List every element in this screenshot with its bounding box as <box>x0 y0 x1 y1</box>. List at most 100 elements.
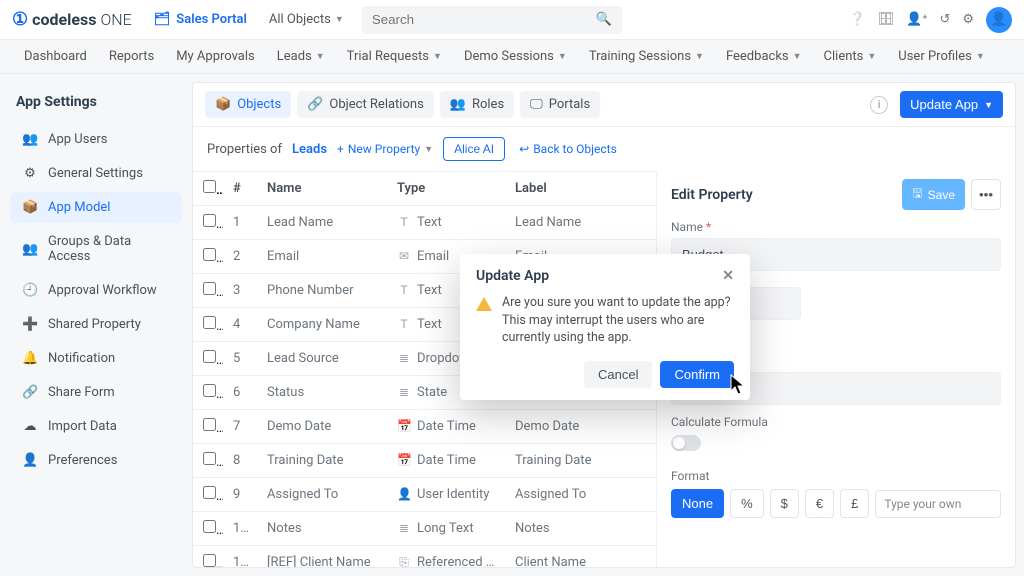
tab-object-relations[interactable]: 🔗Object Relations <box>297 91 434 118</box>
chevron-down-icon: ▼ <box>335 14 344 25</box>
nav-training-sessions[interactable]: Training Sessions▼ <box>589 49 704 64</box>
table-row[interactable]: 9Assigned To👤User IdentityAssigned To <box>193 478 656 512</box>
sidebar-icon: 📦 <box>22 200 38 215</box>
info-icon[interactable]: i <box>870 96 888 114</box>
save-button[interactable]: 🖫 Save <box>902 179 965 210</box>
nav-demo-sessions[interactable]: Demo Sessions▼ <box>464 49 567 64</box>
sidebar-item-general-settings[interactable]: ⚙General Settings <box>10 158 182 189</box>
new-property-button[interactable]: + New Property ▼ <box>337 142 433 156</box>
row-checkbox[interactable] <box>203 350 216 363</box>
tab-portals[interactable]: 🖵Portals <box>520 91 600 118</box>
users-icon[interactable]: 👤⁺ <box>906 12 927 27</box>
object-selector[interactable]: All Objects ▼ <box>269 12 344 27</box>
formula-toggle[interactable] <box>671 435 701 451</box>
tab-objects[interactable]: 📦Objects <box>205 91 291 118</box>
nav-trial-requests[interactable]: Trial Requests▼ <box>347 49 442 64</box>
format-option[interactable]: None <box>671 489 724 518</box>
chevron-down-icon: ▼ <box>424 144 433 155</box>
back-to-objects[interactable]: ↩ Back to Objects <box>519 142 617 156</box>
alice-ai-button[interactable]: Alice AI <box>443 137 505 161</box>
name-label: Name <box>671 220 1001 234</box>
sidebar-label: App Users <box>48 132 107 147</box>
sidebar-item-share-form[interactable]: 🔗Share Form <box>10 377 182 408</box>
chevron-down-icon: ▼ <box>433 51 442 62</box>
avatar[interactable]: 👤 <box>986 7 1012 33</box>
row-checkbox[interactable] <box>203 384 216 397</box>
plus-icon: + <box>337 142 344 156</box>
row-checkbox[interactable] <box>203 452 216 465</box>
nav-dashboard[interactable]: Dashboard <box>24 49 87 64</box>
data-icon[interactable]: 🗄 <box>878 12 895 27</box>
select-all-checkbox[interactable] <box>203 180 216 193</box>
nav-my-approvals[interactable]: My Approvals <box>176 49 255 64</box>
table-row[interactable]: 8Training Date📅Date TimeTraining Date <box>193 444 656 478</box>
chevron-down-icon: ▼ <box>976 51 985 62</box>
help-icon[interactable]: ❔ <box>849 12 865 27</box>
properties-toolbar: Properties of Leads + New Property ▼ Ali… <box>193 127 1015 171</box>
table-row[interactable]: 11[REF] Client Name⎘Referenced P..Client… <box>193 546 656 568</box>
update-app-button[interactable]: Update App ▼ <box>900 91 1003 118</box>
sidebar-item-import-data[interactable]: ☁Import Data <box>10 411 182 442</box>
row-checkbox[interactable] <box>203 248 216 261</box>
confirm-button[interactable]: Confirm <box>660 361 734 388</box>
update-app-label: Update App <box>910 97 978 112</box>
row-checkbox[interactable] <box>203 486 216 499</box>
update-app-modal: Update App ✕ Are you sure you want to up… <box>460 254 750 400</box>
sidebar-item-notification[interactable]: 🔔Notification <box>10 343 182 374</box>
close-icon[interactable]: ✕ <box>722 268 734 284</box>
history-icon[interactable]: ↺ <box>939 12 950 27</box>
table-row[interactable]: 1Lead NameTTextLead Name <box>193 206 656 240</box>
sidebar-item-app-model[interactable]: 📦App Model <box>10 192 182 223</box>
table-row[interactable]: 7Demo Date📅Date TimeDemo Date <box>193 410 656 444</box>
nav-feedbacks[interactable]: Feedbacks▼ <box>726 49 802 64</box>
new-property-label: New Property <box>348 142 420 156</box>
sidebar: App Settings 👥App Users⚙General Settings… <box>0 74 192 576</box>
tab-roles[interactable]: 👥 Roles <box>440 91 514 118</box>
sidebar-item-preferences[interactable]: 👤Preferences <box>10 445 182 476</box>
format-option[interactable]: € <box>805 489 834 518</box>
format-option[interactable]: $ <box>770 489 799 518</box>
row-num: 9 <box>223 478 257 512</box>
nav-leads[interactable]: Leads▼ <box>277 49 325 64</box>
nav-user-profiles[interactable]: User Profiles▼ <box>898 49 984 64</box>
brand-logo-icon: ① <box>12 9 28 30</box>
tab-icon: 👥 <box>450 97 466 112</box>
nav-clients[interactable]: Clients▼ <box>824 49 877 64</box>
properties-object[interactable]: Leads <box>292 142 327 157</box>
row-checkbox[interactable] <box>203 282 216 295</box>
gear-icon[interactable]: ⚙ <box>962 12 974 27</box>
format-option[interactable]: £ <box>840 489 869 518</box>
cancel-button[interactable]: Cancel <box>584 361 652 388</box>
row-checkbox[interactable] <box>203 520 216 533</box>
search-input[interactable] <box>372 12 572 27</box>
col-name: Name <box>257 172 387 206</box>
row-checkbox[interactable] <box>203 554 216 567</box>
modal-title: Update App <box>476 268 549 284</box>
table-row[interactable]: 10Notes≣Long TextNotes <box>193 512 656 546</box>
format-custom-input[interactable]: Type your own <box>875 490 1001 518</box>
row-label: Training Date <box>505 444 656 478</box>
sidebar-label: Approval Workflow <box>48 283 157 298</box>
type-icon: 📅 <box>397 453 411 467</box>
sidebar-item-groups-data-access[interactable]: 👥Groups & Data Access <box>10 226 182 272</box>
row-type: 📅Date Time <box>387 410 505 444</box>
sidebar-item-approval-workflow[interactable]: 🕘Approval Workflow <box>10 275 182 306</box>
row-label: Assigned To <box>505 478 656 512</box>
format-option[interactable]: % <box>730 489 764 518</box>
content-tabs: 📦Objects🔗Object Relations👥Roles🖵Portals … <box>193 83 1015 127</box>
sidebar-icon: 🔗 <box>22 385 38 400</box>
row-checkbox[interactable] <box>203 418 216 431</box>
row-name: Company Name <box>257 308 387 342</box>
nav-reports[interactable]: Reports <box>109 49 154 64</box>
row-num: 11 <box>223 546 257 568</box>
more-actions-button[interactable]: ••• <box>971 179 1001 210</box>
row-checkbox[interactable] <box>203 214 216 227</box>
tab-label: Object Relations <box>329 97 423 112</box>
tab-label: Roles <box>472 97 504 112</box>
sidebar-item-shared-property[interactable]: ➕Shared Property <box>10 309 182 340</box>
row-name: Phone Number <box>257 274 387 308</box>
row-checkbox[interactable] <box>203 316 216 329</box>
sidebar-item-app-users[interactable]: 👥App Users <box>10 124 182 155</box>
global-search[interactable]: 🔍 <box>362 6 622 34</box>
portal-link[interactable]: 🗂 Sales Portal <box>154 12 247 27</box>
